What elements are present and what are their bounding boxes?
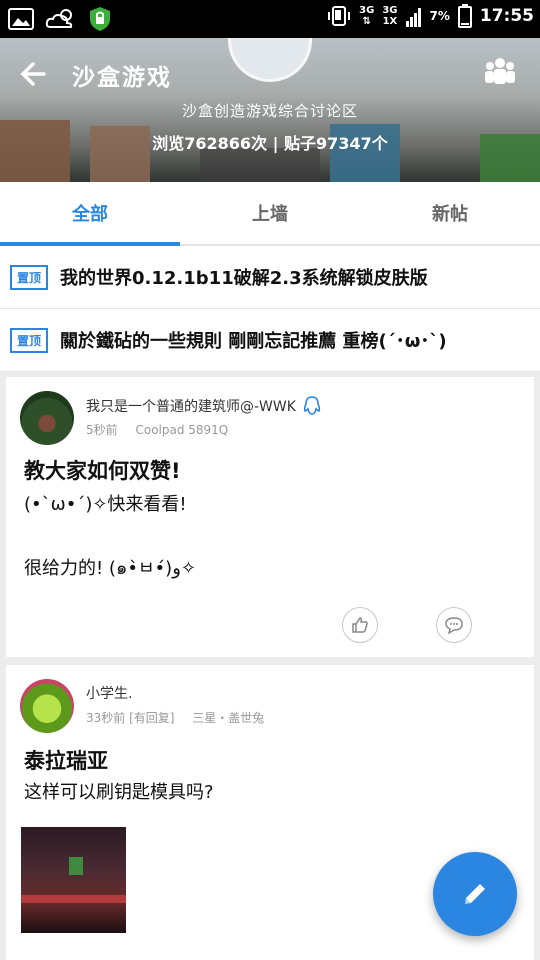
post-title: 教大家如何双赞! (24, 459, 181, 483)
comment-icon (445, 617, 463, 634)
post-device: Coolpad 5891Q (135, 423, 229, 437)
signal-label-bottom: 1X (382, 16, 398, 27)
forum-banner: 沙盒游戏 沙盒创造游戏综合讨论区 浏览762866次 | 贴子97347个 (0, 38, 540, 182)
post-device: 三星・盖世兔 (192, 711, 265, 725)
tab-bar: 全部 上墙 新帖 (0, 182, 540, 246)
signal-indicator: 3G 1X (382, 5, 397, 27)
post-line: 这样可以刷钥匙模具吗? (24, 782, 214, 803)
avatar[interactable] (20, 391, 74, 445)
qq-icon (303, 396, 321, 415)
vibrate-icon (328, 6, 351, 26)
forum-subtitle: 沙盒创造游戏综合讨论区 (181, 102, 358, 120)
pinned-item[interactable]: 置顶 我的世界0.12.1b11破解2.3系统解锁皮肤版 (0, 246, 540, 309)
battery-percent: 7% (429, 9, 450, 23)
compose-button[interactable] (433, 852, 517, 936)
post-image[interactable] (21, 827, 126, 933)
clock: 17:55 (479, 6, 534, 26)
tab-all[interactable]: 全部 (0, 182, 180, 246)
post-author[interactable]: 我只是一个普通的建筑师@-WWK (86, 395, 322, 417)
pinned-badge: 置顶 (10, 327, 49, 353)
tab-new-posts[interactable]: 新帖 (360, 182, 540, 244)
pinned-badge: 置顶 (10, 264, 49, 290)
network-label: 3G (359, 5, 375, 16)
author-name: 小学生. (86, 686, 133, 702)
pinned-list: 置顶 我的世界0.12.1b11破解2.3系统解锁皮肤版 置顶 關於鐵砧的一些規… (0, 246, 540, 372)
signal-label-top: 3G (382, 5, 398, 16)
avatar[interactable] (20, 679, 74, 733)
network-indicator: 3G ⇅ (359, 5, 374, 27)
pinned-item[interactable]: 置顶 關於鐵砧的一些規則 剛剛忘記推薦 重榜(´･ω･`) (0, 309, 540, 372)
group-icon (485, 58, 515, 84)
like-button[interactable] (342, 607, 378, 643)
back-arrow-icon (20, 62, 46, 86)
members-button[interactable] (480, 52, 520, 92)
pencil-icon (465, 884, 485, 904)
status-icons-left (8, 6, 112, 32)
post-meta: 33秒前 [有回复] 三星・盖世兔 (86, 709, 278, 726)
page-title: 沙盒游戏 (72, 65, 172, 91)
post-author[interactable]: 小学生. (86, 683, 132, 703)
post-line: (•`ω•´)✧快来看看! (24, 494, 187, 515)
post-title: 泰拉瑞亚 (24, 749, 108, 773)
post-time: 5秒前 (86, 423, 118, 437)
battery-icon (457, 4, 472, 28)
comment-button[interactable] (436, 607, 472, 643)
status-bar: 3G ⇅ 3G 1X 7% 17:55 (0, 0, 540, 38)
post-line: 很给力的! (๑•̀ㅂ•́)و✧ (24, 558, 196, 579)
post-meta: 5秒前 Coolpad 5891Q (86, 421, 242, 438)
author-name: 我只是一个普通的建筑师@-WWK (86, 399, 296, 415)
thumbs-up-icon (352, 617, 368, 633)
status-icons-right: 3G ⇅ 3G 1X 7% 17:55 (327, 4, 534, 28)
pinned-title: 關於鐵砧的一些規則 剛剛忘記推薦 重榜(´･ω･`) (60, 331, 447, 352)
weather-icon (45, 9, 73, 28)
pinned-title: 我的世界0.12.1b11破解2.3系统解锁皮肤版 (60, 268, 428, 289)
data-arrows-icon: ⇅ (362, 16, 371, 27)
back-button[interactable] (14, 54, 54, 94)
post-time: 33秒前 [有回复] (86, 711, 175, 725)
forum-stats: 浏览762866次 | 贴子97347个 (152, 134, 388, 153)
shield-icon (90, 7, 110, 31)
post-card[interactable]: 我只是一个普通的建筑师@-WWK 5秒前 Coolpad 5891Q 教大家如何… (6, 377, 534, 657)
signal-bars-icon (405, 8, 421, 27)
image-icon (8, 8, 34, 30)
tab-wall[interactable]: 上墙 (180, 182, 360, 244)
